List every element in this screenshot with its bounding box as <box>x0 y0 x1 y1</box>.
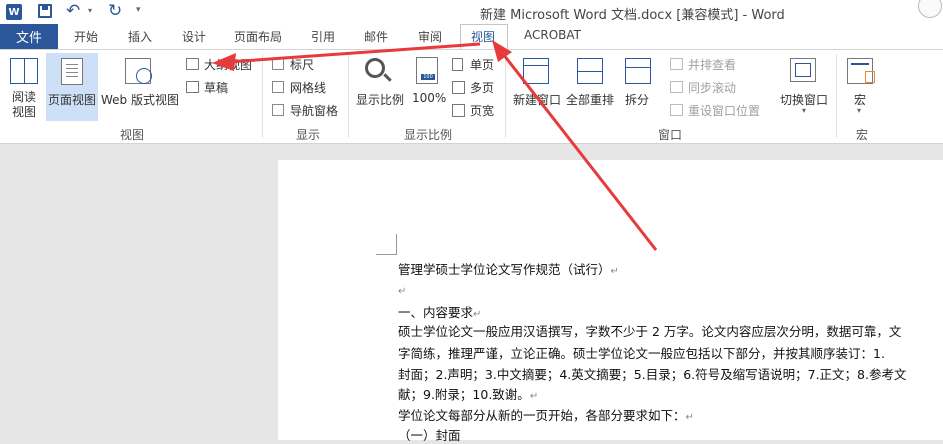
arrow-to-outline <box>212 42 481 71</box>
arrow-to-view-tab <box>492 40 658 251</box>
annotation-arrows <box>212 40 658 251</box>
